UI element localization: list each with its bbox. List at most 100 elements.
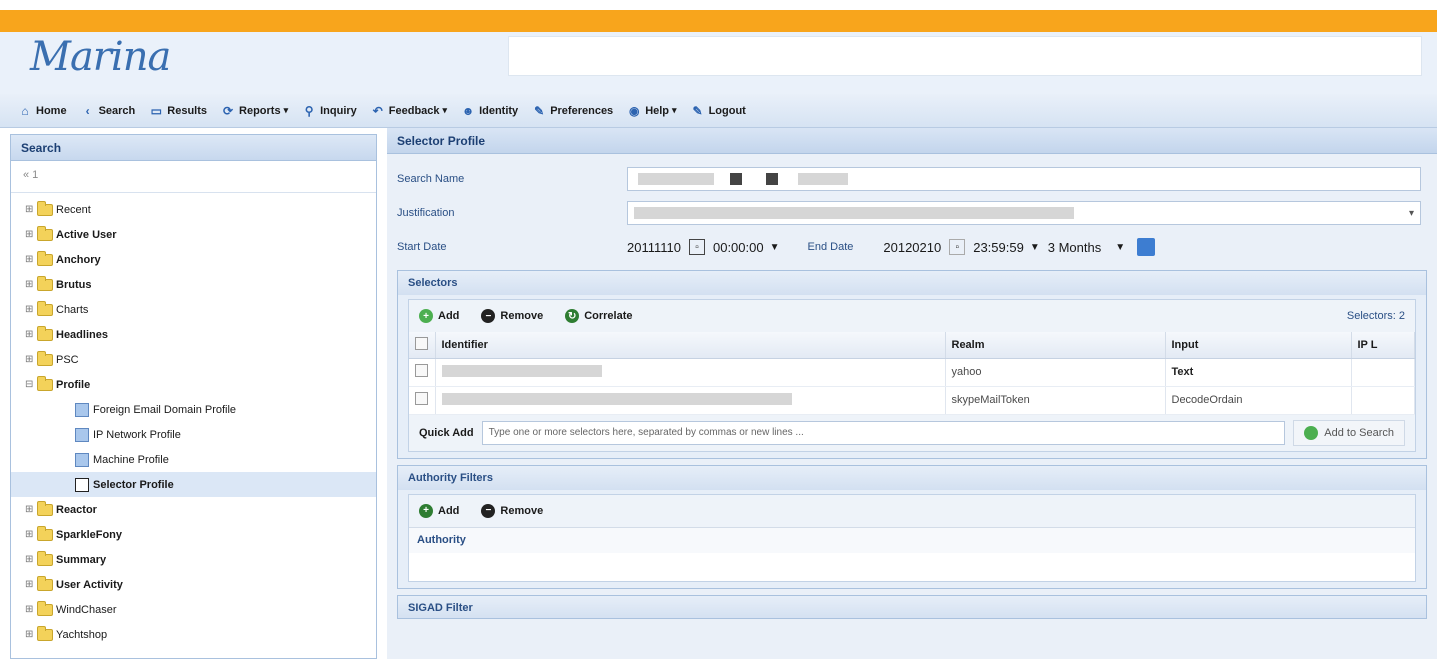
- profile-icon: [75, 452, 89, 467]
- expand-icon[interactable]: ⊞: [25, 254, 37, 265]
- menu-item-feedback[interactable]: ↶ Feedback ▾: [371, 104, 447, 118]
- add-authority-button[interactable]: + Add: [419, 503, 459, 518]
- expand-icon[interactable]: ⊞: [25, 504, 37, 515]
- folder-icon: [37, 525, 53, 541]
- chevron-down-icon[interactable]: ▼: [1115, 242, 1125, 253]
- add-selector-button[interactable]: + Add: [419, 309, 459, 323]
- menu-item-preferences[interactable]: ✎ Preferences: [532, 104, 613, 118]
- selectors-count: Selectors: 2: [1346, 310, 1405, 322]
- tree-item-ip-network-profile[interactable]: IP Network Profile: [11, 422, 376, 447]
- select-all-checkbox[interactable]: [409, 332, 436, 359]
- menu-item-search[interactable]: ‹ Search: [81, 104, 136, 118]
- tree-item-psc[interactable]: ⊞ PSC: [11, 347, 376, 372]
- expand-icon[interactable]: ⊞: [25, 629, 37, 640]
- tree-item-headlines[interactable]: ⊞ Headlines: [11, 322, 376, 347]
- expand-icon[interactable]: ⊞: [25, 604, 37, 615]
- row-checkbox[interactable]: [415, 392, 428, 405]
- add-icon: +: [419, 309, 433, 323]
- menu-item-home[interactable]: ⌂ Home: [18, 104, 66, 118]
- tree-item-yachtshop[interactable]: ⊞ Yachtshop: [11, 622, 376, 647]
- start-time-value[interactable]: 00:00:00: [713, 240, 764, 255]
- search-panel-title: Search: [11, 135, 376, 161]
- sigad-filter-title: SIGAD Filter: [398, 595, 1426, 618]
- expand-icon[interactable]: ⊟: [25, 379, 37, 390]
- folder-icon: [37, 225, 53, 241]
- table-row[interactable]: yahoo Text: [409, 358, 1415, 387]
- menu-item-identity[interactable]: ☻ Identity: [461, 104, 518, 118]
- menu-item-help[interactable]: ◉ Help ▾: [627, 104, 677, 118]
- remove-authority-button[interactable]: − Remove: [481, 503, 543, 518]
- start-date-value[interactable]: 20111110: [627, 240, 681, 255]
- menu-item-reports[interactable]: ⟳ Reports ▾: [221, 104, 288, 118]
- expand-icon[interactable]: ⊞: [25, 554, 37, 565]
- authority-table-body: [409, 552, 1415, 581]
- tree-item-foreign-email-domain-profile[interactable]: Foreign Email Domain Profile: [11, 397, 376, 422]
- menu-item-results[interactable]: ▭ Results: [149, 104, 207, 118]
- search-name-label: Search Name: [397, 173, 465, 185]
- reports-icon: ⟳: [222, 103, 234, 118]
- calendar-icon[interactable]: ▫: [688, 239, 705, 255]
- profile-icon: [75, 402, 89, 417]
- expand-icon[interactable]: ⊞: [25, 204, 37, 215]
- remove-icon: −: [481, 309, 496, 323]
- input-cell: DecodeOrdain: [1165, 386, 1352, 415]
- menu-item-logout[interactable]: ✎ Logout: [691, 104, 746, 118]
- calendar-icon[interactable]: ▫: [949, 239, 966, 255]
- add-to-search-button[interactable]: Add to Search: [1293, 419, 1405, 446]
- expand-icon[interactable]: ⊞: [25, 304, 37, 315]
- quick-add-input[interactable]: Type one or more selectors here, separat…: [481, 420, 1286, 445]
- feedback-icon: ↶: [372, 103, 383, 118]
- menu-item-inquiry[interactable]: ⚲ Inquiry: [302, 104, 357, 118]
- search-tree: ⊞ Recent ⊞ Active User ⊞ Anchory ⊞ Brutus ⊞ Chart…: [11, 193, 376, 647]
- folder-icon: [37, 500, 53, 516]
- tree-item-machine-profile[interactable]: Machine Profile: [11, 447, 376, 472]
- selectors-title: Selectors: [398, 271, 1426, 295]
- expand-icon[interactable]: ⊞: [25, 329, 37, 340]
- date-range-select[interactable]: 3 Months: [1048, 240, 1101, 255]
- expand-icon[interactable]: ⊞: [25, 529, 37, 540]
- chevron-down-icon[interactable]: ▼: [770, 242, 780, 253]
- quick-add-label: Quick Add: [419, 426, 474, 439]
- tree-item-sparklefony[interactable]: ⊞ SparkleFony: [11, 522, 376, 547]
- refresh-icon: ↻: [565, 309, 580, 323]
- chevron-down-icon: ▾: [442, 105, 448, 115]
- end-date-value[interactable]: 20120210: [883, 240, 941, 255]
- expand-icon[interactable]: ⊞: [25, 354, 37, 365]
- col-input[interactable]: Input: [1165, 332, 1352, 359]
- profile-form: Search Name Justification ▾ Start Date 2…: [387, 154, 1437, 264]
- search-panel-toolbar[interactable]: « 1: [11, 161, 376, 193]
- table-row[interactable]: skypeMailToken DecodeOrdain: [409, 386, 1415, 415]
- top-accent-bar: [0, 10, 1437, 32]
- save-icon[interactable]: [1137, 238, 1156, 256]
- tree-item-profile[interactable]: ⊟ Profile: [11, 372, 376, 397]
- quick-add-bar: Quick Add Type one or more selectors her…: [409, 415, 1415, 451]
- justification-select[interactable]: ▾: [627, 201, 1421, 225]
- tree-item-reactor[interactable]: ⊞ Reactor: [11, 497, 376, 522]
- expand-icon[interactable]: ⊞: [25, 279, 37, 290]
- tree-item-charts[interactable]: ⊞ Charts: [11, 297, 376, 322]
- col-authority[interactable]: Authority: [409, 526, 1415, 553]
- tree-item-user-activity[interactable]: ⊞ User Activity: [11, 572, 376, 597]
- expand-icon[interactable]: ⊞: [25, 579, 37, 590]
- folder-icon: [37, 350, 53, 366]
- end-time-value[interactable]: 23:59:59: [973, 240, 1024, 255]
- tree-item-anchory[interactable]: ⊞ Anchory: [11, 247, 376, 272]
- remove-selector-button[interactable]: − Remove: [481, 309, 543, 323]
- chevron-down-icon[interactable]: ▼: [1030, 242, 1040, 253]
- tree-item-summary[interactable]: ⊞ Summary: [11, 547, 376, 572]
- tree-item-selector-profile[interactable]: Selector Profile: [11, 472, 376, 497]
- col-realm[interactable]: Realm: [945, 332, 1166, 359]
- tree-item-recent[interactable]: ⊞ Recent: [11, 197, 376, 222]
- col-ip[interactable]: IP L: [1351, 332, 1415, 359]
- search-name-input[interactable]: [627, 167, 1421, 191]
- row-checkbox[interactable]: [415, 364, 428, 377]
- folder-icon: [37, 275, 53, 291]
- tree-item-active-user[interactable]: ⊞ Active User: [11, 222, 376, 247]
- col-identifier[interactable]: Identifier: [435, 332, 946, 359]
- tree-item-windchaser[interactable]: ⊞ WindChaser: [11, 597, 376, 622]
- folder-icon: [37, 300, 53, 316]
- correlate-button[interactable]: ↻ Correlate: [565, 309, 632, 323]
- tree-item-brutus[interactable]: ⊞ Brutus: [11, 272, 376, 297]
- expand-icon[interactable]: ⊞: [25, 229, 37, 240]
- selector-profile-title: Selector Profile: [387, 128, 1437, 154]
